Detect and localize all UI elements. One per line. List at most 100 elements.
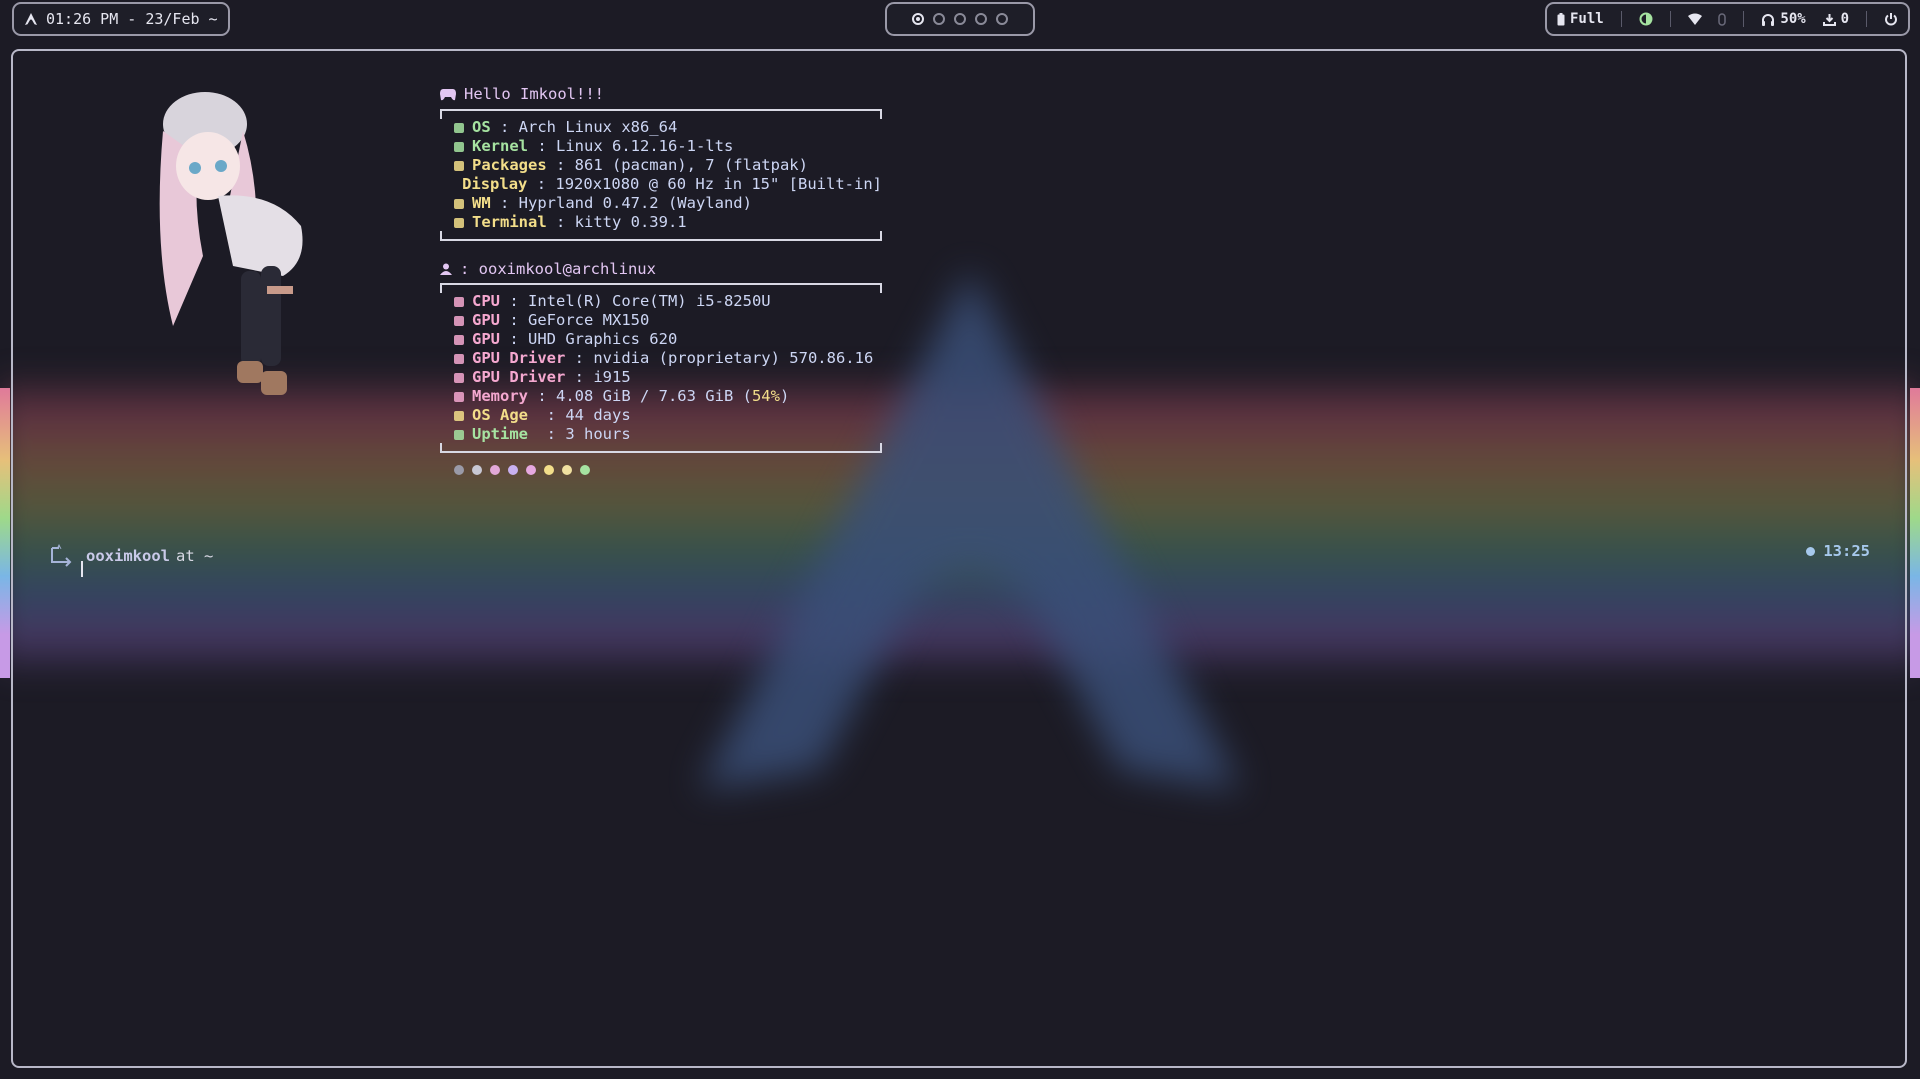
info-row: OS Age : 44 days: [454, 406, 882, 425]
palette-dot: [526, 465, 536, 475]
info-key: GPU: [472, 330, 500, 348]
clock-icon: [1806, 546, 1816, 556]
palette-dot: [562, 465, 572, 475]
clock-icon: [454, 429, 464, 440]
terminal-icon: [454, 217, 464, 228]
info-row: GPU : GeForce MX150: [454, 311, 882, 330]
package-icon: [454, 160, 464, 171]
fastfetch-output: Hello Imkool!!! OS : Arch Linux x86_64 Ke…: [440, 81, 882, 475]
bluetooth-icon[interactable]: [1718, 12, 1727, 26]
shell-prompt: ooximkool at ~: [48, 542, 213, 570]
headphones-icon: [1762, 13, 1775, 26]
info-value: : 861 (pacman), 7 (flatpak): [546, 156, 808, 174]
volume-indicator[interactable]: 50%: [1761, 11, 1806, 27]
download-icon: [1822, 13, 1836, 26]
info-value: : Arch Linux x86_64: [490, 118, 678, 136]
info-value: : 44 days: [528, 406, 631, 424]
info-key: Terminal: [472, 213, 547, 231]
workspace-5-button[interactable]: [996, 13, 1008, 25]
hardware-info-box: CPU : Intel(R) Core(TM) i5-8250U GPU : Ge…: [440, 283, 882, 453]
prompt-directory: at ~: [176, 547, 214, 565]
power-icon[interactable]: [1884, 12, 1898, 26]
palette-dot: [454, 465, 464, 475]
info-row: GPU Driver : nvidia (proprietary) 570.86…: [454, 349, 882, 368]
gpu-icon: [454, 315, 464, 326]
updates-indicator[interactable]: 0: [1822, 11, 1849, 27]
user-host-line: : ooximkool@archlinux: [440, 257, 882, 281]
info-key: CPU: [472, 292, 500, 310]
info-value: : Hyprland 0.47.2 (Wayland): [490, 194, 752, 212]
info-row: Display : 1920x1080 @ 60 Hz in 15" [Buil…: [454, 175, 882, 194]
workspace-1-button[interactable]: [912, 13, 924, 25]
driver-icon: [454, 353, 464, 364]
battery-indicator[interactable]: Full: [1557, 11, 1604, 27]
workspace-switcher: [885, 2, 1035, 36]
info-value: : Linux 6.12.16-1-lts: [528, 137, 734, 155]
greeting-line: Hello Imkool!!!: [440, 81, 882, 107]
user-host-text: : ooximkool@archlinux: [460, 259, 656, 278]
palette-dot: [544, 465, 554, 475]
palette-dot: [490, 465, 500, 475]
info-key: Uptime: [472, 425, 528, 443]
info-key: WM: [472, 194, 491, 212]
palette-dot: [580, 465, 590, 475]
memory-percent: 54%: [751, 387, 780, 405]
gpu-icon: [454, 334, 464, 345]
prompt-arrow-icon: [51, 544, 72, 567]
cpu-icon: [454, 296, 464, 307]
system-info-box: OS : Arch Linux x86_64 Kernel : Linux 6.1…: [440, 109, 882, 241]
prompt-username: ooximkool: [86, 547, 170, 565]
divider: [1866, 11, 1868, 27]
info-row: Memory : 4.08 GiB / 7.63 GiB (54%): [454, 387, 882, 406]
info-value: : i915: [565, 368, 631, 386]
workspace-4-button[interactable]: [975, 13, 987, 25]
hourglass-icon: [454, 410, 464, 421]
driver-icon: [454, 372, 464, 383]
system-tray: Full 50% 0: [1545, 2, 1910, 36]
info-key: Packages: [472, 156, 547, 174]
battery-icon: [1557, 12, 1565, 25]
workspace-3-button[interactable]: [954, 13, 966, 25]
info-row: CPU : Intel(R) Core(TM) i5-8250U: [454, 292, 882, 311]
info-row: WM : Hyprland 0.47.2 (Wayland): [454, 194, 882, 213]
brightness-icon[interactable]: [1639, 12, 1653, 26]
left-rim-glow: [0, 388, 10, 678]
wifi-icon[interactable]: [1687, 13, 1702, 25]
info-key: Memory: [472, 387, 528, 405]
window-icon: [454, 198, 464, 209]
info-value: : 3 hours: [528, 425, 631, 443]
anime-character-image: [159, 92, 303, 395]
info-value: : Intel(R) Core(TM) i5-8250U: [500, 292, 771, 310]
gear-icon: [454, 141, 464, 152]
terminal-window[interactable]: Hello Imkool!!! OS : Arch Linux x86_64 Ke…: [11, 49, 1907, 1068]
info-key: Kernel: [472, 137, 528, 155]
info-value: : 4.08 GiB / 7.63 GiB (: [528, 387, 752, 405]
info-key: OS: [472, 118, 491, 136]
palette-dot: [508, 465, 518, 475]
info-value: : 1920x1080 @ 60 Hz in 15" [Built-in]: [527, 175, 882, 193]
info-key: GPU: [472, 311, 500, 329]
user-icon: [440, 263, 452, 275]
info-row: Uptime : 3 hours: [454, 425, 882, 444]
palette-dot: [472, 465, 482, 475]
battery-label: Full: [1570, 11, 1604, 27]
info-row: Packages : 861 (pacman), 7 (flatpak): [454, 156, 882, 175]
prompt-time: 13:25: [1823, 542, 1870, 560]
clock-widget[interactable]: 01:26 PM - 23/Feb ~: [12, 2, 230, 36]
info-row: Terminal : kitty 0.39.1: [454, 213, 882, 232]
datetime-label: 01:26 PM - 23/Feb ~: [46, 10, 218, 28]
info-value: : GeForce MX150: [500, 311, 650, 329]
info-value: : nvidia (proprietary) 570.86.16: [565, 349, 874, 367]
greeting-text: Hello Imkool!!!: [464, 84, 604, 103]
info-row: GPU : UHD Graphics 620: [454, 330, 882, 349]
info-value: : UHD Graphics 620: [500, 330, 678, 348]
info-key: GPU Driver: [472, 368, 566, 386]
volume-label: 50%: [1780, 11, 1806, 27]
divider: [1743, 11, 1745, 27]
prompt-clock: 13:25: [1806, 542, 1870, 560]
color-palette: [440, 465, 882, 475]
workspace-2-button[interactable]: [933, 13, 945, 25]
info-value-tail: ): [779, 387, 790, 405]
divider: [1620, 11, 1622, 27]
text-cursor: [81, 561, 83, 577]
